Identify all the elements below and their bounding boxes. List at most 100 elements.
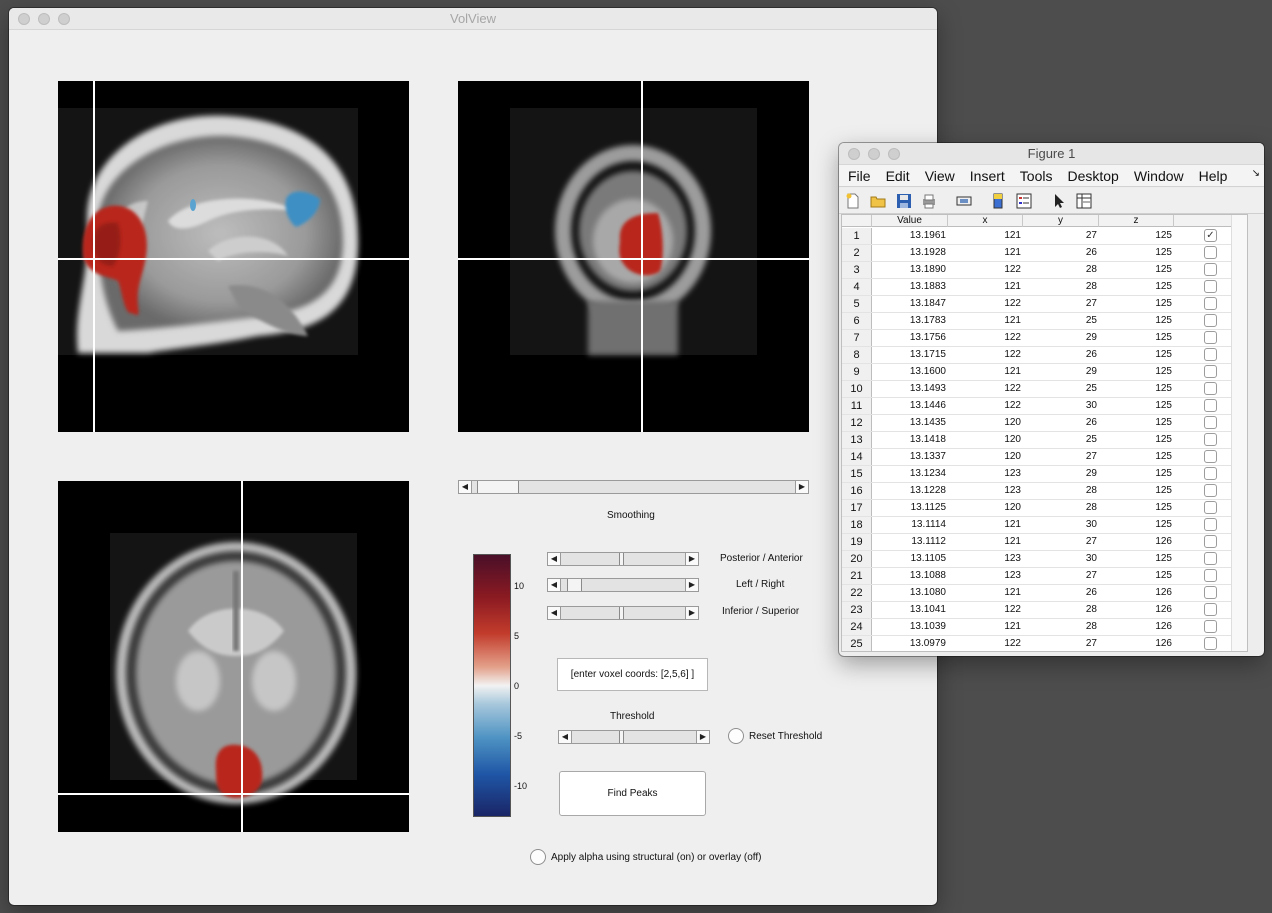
cell-y[interactable]: 27	[1023, 534, 1099, 550]
cell-y[interactable]: 29	[1023, 466, 1099, 482]
cell-y[interactable]: 25	[1023, 313, 1099, 329]
cell-value[interactable]: 13.1041	[872, 602, 948, 618]
cell-value[interactable]: 13.1756	[872, 330, 948, 346]
table-row[interactable]: 6 13.1783 121 25 125	[842, 313, 1247, 330]
row-select-checkbox[interactable]	[1204, 331, 1217, 344]
cell-x[interactable]: 122	[948, 330, 1023, 346]
cell-x[interactable]: 122	[948, 262, 1023, 278]
cell-z[interactable]: 126	[1099, 585, 1174, 601]
menu-view[interactable]: View	[916, 168, 961, 184]
cell-z[interactable]: 125	[1099, 568, 1174, 584]
table-row[interactable]: 7 13.1756 122 29 125	[842, 330, 1247, 347]
cell-y[interactable]: 25	[1023, 432, 1099, 448]
save-icon[interactable]	[896, 193, 912, 209]
table-row[interactable]: 1 13.1961 121 27 125 ✓	[842, 228, 1247, 245]
column-header-z[interactable]: z	[1099, 215, 1174, 227]
cell-value[interactable]: 13.0979	[872, 636, 948, 651]
row-select-checkbox[interactable]	[1204, 280, 1217, 293]
row-select-checkbox[interactable]	[1204, 399, 1217, 412]
cell-z[interactable]: 125	[1099, 517, 1174, 533]
row-select-checkbox[interactable]	[1204, 263, 1217, 276]
table-row[interactable]: 9 13.1600 121 29 125	[842, 364, 1247, 381]
cell-x[interactable]: 122	[948, 381, 1023, 397]
reset-threshold-radio[interactable]	[728, 728, 744, 744]
property-editor-icon[interactable]	[1076, 193, 1092, 209]
row-select-checkbox[interactable]	[1204, 365, 1217, 378]
cell-y[interactable]: 30	[1023, 398, 1099, 414]
table-row[interactable]: 11 13.1446 122 30 125	[842, 398, 1247, 415]
cell-y[interactable]: 26	[1023, 347, 1099, 363]
legend-icon[interactable]	[1016, 193, 1032, 209]
slider-right-arrow-icon[interactable]: ▶	[685, 607, 698, 619]
table-row[interactable]: 4 13.1883 121 28 125	[842, 279, 1247, 296]
cell-value[interactable]: 13.1080	[872, 585, 948, 601]
table-row[interactable]: 20 13.1105 123 30 125	[842, 551, 1247, 568]
row-select-checkbox[interactable]	[1204, 382, 1217, 395]
cell-x[interactable]: 121	[948, 534, 1023, 550]
cell-value[interactable]: 13.1928	[872, 245, 948, 261]
cell-z[interactable]: 125	[1099, 262, 1174, 278]
row-select-checkbox[interactable]	[1204, 484, 1217, 497]
cell-y[interactable]: 27	[1023, 296, 1099, 312]
table-vertical-scrollbar[interactable]	[1231, 215, 1247, 651]
cell-y[interactable]: 27	[1023, 636, 1099, 651]
menu-insert[interactable]: Insert	[961, 168, 1011, 184]
inferior-superior-thumb[interactable]	[619, 607, 624, 619]
open-folder-icon[interactable]	[870, 193, 886, 209]
cell-y[interactable]: 26	[1023, 415, 1099, 431]
cell-x[interactable]: 122	[948, 636, 1023, 651]
row-select-checkbox[interactable]	[1204, 297, 1217, 310]
cell-z[interactable]: 125	[1099, 296, 1174, 312]
table-row[interactable]: 8 13.1715 122 26 125	[842, 347, 1247, 364]
apply-alpha-radio[interactable]	[530, 849, 546, 865]
row-select-checkbox[interactable]	[1204, 569, 1217, 582]
cell-x[interactable]: 120	[948, 500, 1023, 516]
voxel-coords-input[interactable]: [enter voxel coords: [2,5,6] ]	[557, 658, 708, 691]
smoothing-slider-thumb[interactable]	[477, 481, 519, 493]
row-select-checkbox[interactable]	[1204, 637, 1217, 650]
table-row[interactable]: 21 13.1088 123 27 125	[842, 568, 1247, 585]
posterior-anterior-slider[interactable]: ◀ ▶	[547, 552, 699, 566]
menu-desktop[interactable]: Desktop	[1058, 168, 1124, 184]
cell-z[interactable]: 126	[1099, 636, 1174, 651]
cell-x[interactable]: 120	[948, 449, 1023, 465]
cell-value[interactable]: 13.1600	[872, 364, 948, 380]
cell-value[interactable]: 13.1337	[872, 449, 948, 465]
menu-window[interactable]: Window	[1125, 168, 1190, 184]
cell-z[interactable]: 125	[1099, 415, 1174, 431]
row-select-checkbox[interactable]	[1204, 552, 1217, 565]
sagittal-view[interactable]	[58, 81, 409, 432]
table-row[interactable]: 22 13.1080 121 26 126	[842, 585, 1247, 602]
cell-z[interactable]: 125	[1099, 432, 1174, 448]
cell-x[interactable]: 121	[948, 364, 1023, 380]
left-right-slider[interactable]: ◀ ▶	[547, 578, 699, 592]
cell-z[interactable]: 125	[1099, 398, 1174, 414]
cell-x[interactable]: 122	[948, 296, 1023, 312]
row-select-checkbox[interactable]	[1204, 586, 1217, 599]
cell-value[interactable]: 13.1088	[872, 568, 948, 584]
menu-tools[interactable]: Tools	[1011, 168, 1059, 184]
smoothing-left-arrow-icon[interactable]: ◀	[459, 481, 472, 493]
cell-value[interactable]: 13.1435	[872, 415, 948, 431]
cell-value[interactable]: 13.1418	[872, 432, 948, 448]
table-row[interactable]: 24 13.1039 121 28 126	[842, 619, 1247, 636]
menu-file[interactable]: File	[839, 168, 877, 184]
cell-y[interactable]: 29	[1023, 364, 1099, 380]
cell-x[interactable]: 122	[948, 347, 1023, 363]
table-row[interactable]: 23 13.1041 122 28 126	[842, 602, 1247, 619]
menu-overflow-icon[interactable]: ↘	[1252, 168, 1260, 179]
cell-x[interactable]: 121	[948, 228, 1023, 244]
cell-z[interactable]: 125	[1099, 500, 1174, 516]
cell-y[interactable]: 28	[1023, 602, 1099, 618]
table-row[interactable]: 12 13.1435 120 26 125	[842, 415, 1247, 432]
cell-y[interactable]: 27	[1023, 449, 1099, 465]
cell-z[interactable]: 125	[1099, 313, 1174, 329]
cell-z[interactable]: 125	[1099, 483, 1174, 499]
print-icon[interactable]	[921, 193, 937, 209]
cell-value[interactable]: 13.1039	[872, 619, 948, 635]
cell-x[interactable]: 120	[948, 415, 1023, 431]
menu-edit[interactable]: Edit	[877, 168, 916, 184]
cell-x[interactable]: 121	[948, 313, 1023, 329]
slider-right-arrow-icon[interactable]: ▶	[685, 553, 698, 565]
table-row[interactable]: 13 13.1418 120 25 125	[842, 432, 1247, 449]
